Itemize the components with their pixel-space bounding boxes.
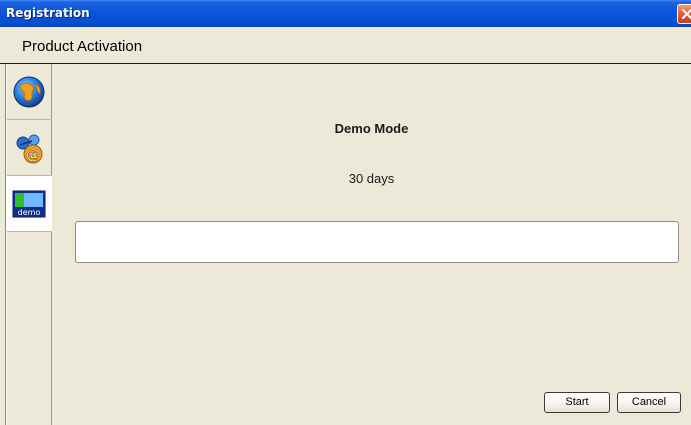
registration-window: Registration Product Activation @ demo D…	[0, 0, 691, 425]
sidebar-item-email[interactable]: @	[7, 120, 52, 176]
sidebar-item-demo[interactable]: demo	[7, 176, 52, 232]
page-header: Product Activation	[0, 27, 691, 64]
svg-text:demo: demo	[18, 208, 41, 217]
title-bar[interactable]: Registration	[0, 0, 691, 27]
mode-duration: 30 days	[348, 171, 395, 186]
cancel-button[interactable]: Cancel	[617, 392, 681, 413]
sidebar: @ demo	[6, 64, 52, 425]
main-content: Demo Mode 30 days Start Cancel	[52, 64, 691, 425]
close-icon	[682, 9, 691, 19]
sidebar-item-globe[interactable]	[7, 64, 52, 120]
start-button[interactable]: Start	[544, 392, 610, 413]
close-button[interactable]	[677, 4, 691, 24]
info-text-box[interactable]	[75, 221, 679, 263]
email-at-icon: @	[16, 134, 43, 164]
demo-icon: demo	[12, 190, 46, 218]
mode-title: Demo Mode	[334, 121, 409, 136]
page-title: Product Activation	[22, 38, 143, 55]
globe-icon	[13, 76, 45, 108]
svg-text:@: @	[26, 147, 40, 163]
window-title: Registration	[6, 6, 90, 20]
